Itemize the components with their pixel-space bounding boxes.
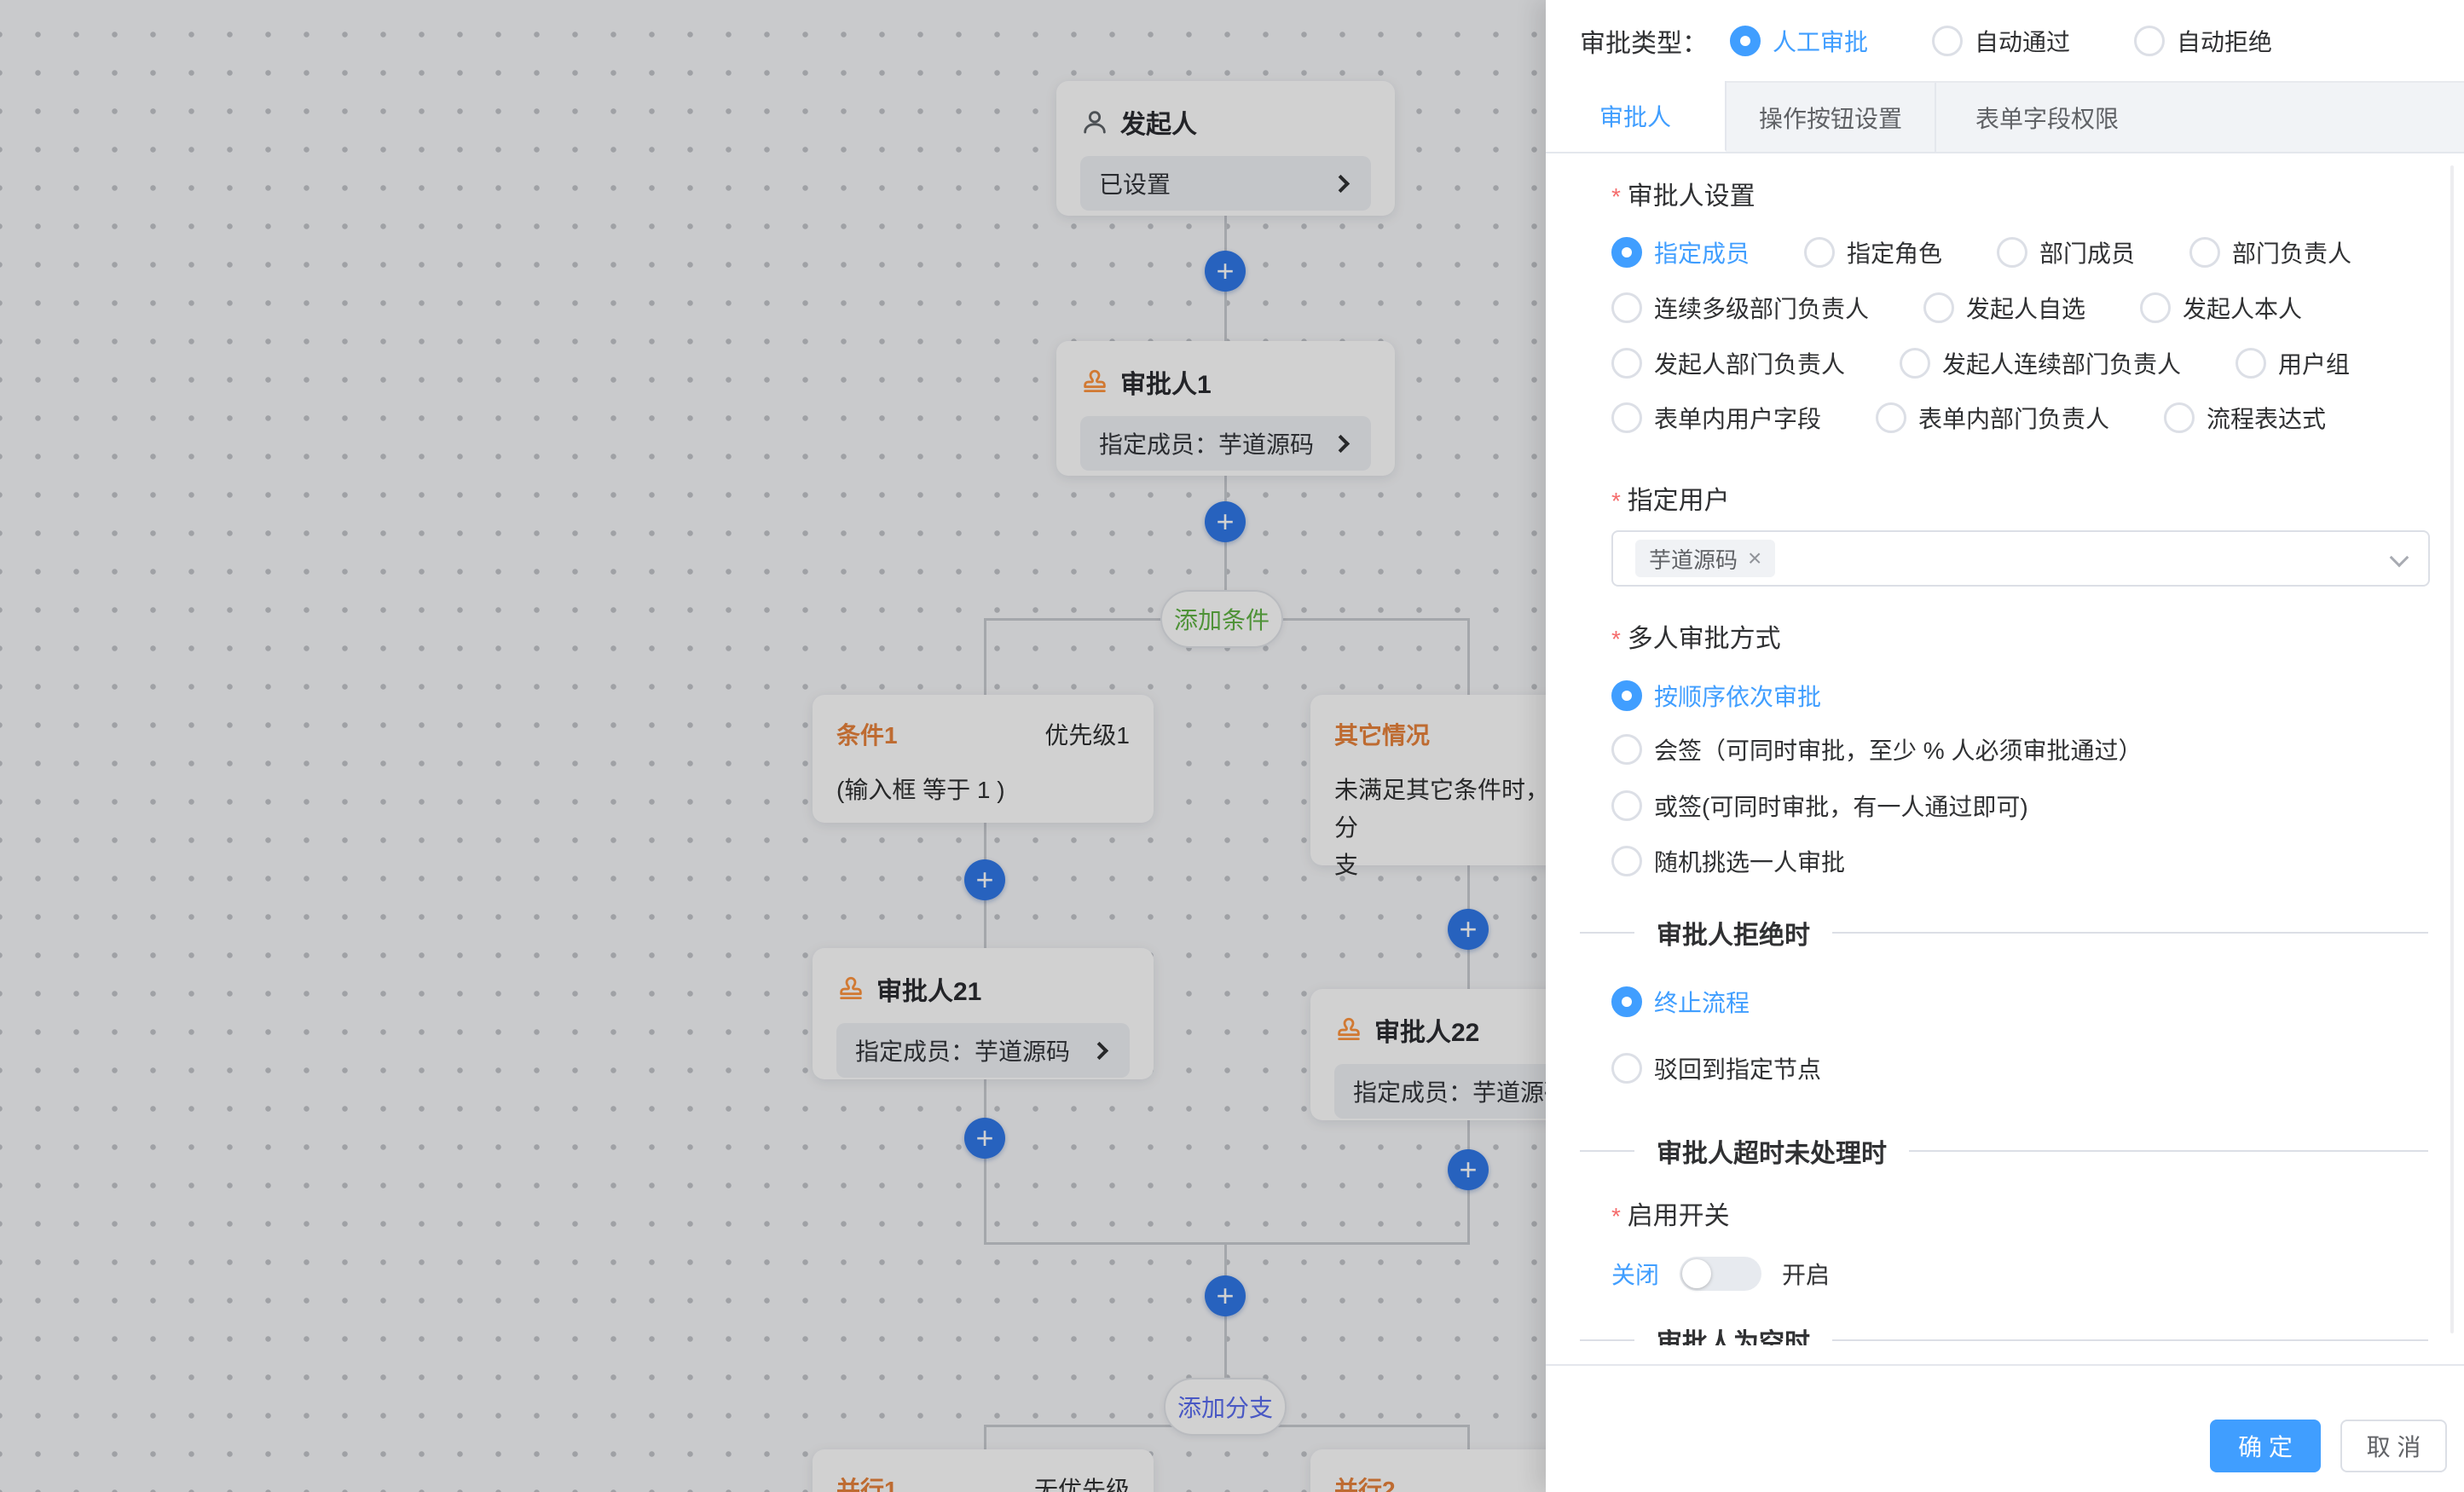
- radio-icon: [1611, 846, 1642, 876]
- radio-initiator-self[interactable]: 发起人本人: [2140, 291, 2302, 325]
- radio-countersign[interactable]: 会签（可同时审批，至少 % 人必须审批通过）: [1611, 732, 2142, 766]
- radio-random-one[interactable]: 随机挑选一人审批: [1611, 844, 1845, 878]
- radio-selected-icon: [1611, 986, 1642, 1017]
- radio-selected-icon: [1611, 237, 1642, 268]
- radio-icon: [1923, 292, 1954, 323]
- radio-designated-member[interactable]: 指定成员: [1611, 235, 1750, 269]
- bpm-designer-page: 发起人 已设置 + 审批人1 指定成员：芋道源码: [0, 0, 2464, 1492]
- multi-approve-label: 多人审批方式: [1611, 617, 1781, 655]
- radio-multi-level-dept-leader[interactable]: 连续多级部门负责人: [1611, 291, 1869, 325]
- radio-icon: [2189, 237, 2220, 268]
- radio-process-expression[interactable]: 流程表达式: [2164, 401, 2326, 435]
- approver-setting-row4: 表单内用户字段 表单内部门负责人 流程表达式: [1611, 401, 2326, 435]
- radio-initiator-multi-dept-leader[interactable]: 发起人连续部门负责人: [1900, 346, 2181, 380]
- timeout-divider: 审批人超时未处理时: [1580, 1134, 2428, 1168]
- radio-icon: [1804, 237, 1835, 268]
- radio-icon: [2164, 402, 2195, 433]
- scrollbar[interactable]: [2450, 165, 2454, 1333]
- radio-terminate-process[interactable]: 终止流程: [1611, 985, 1750, 1019]
- switch-off-label: 关闭: [1611, 1257, 1659, 1291]
- radio-icon: [1932, 26, 1963, 56]
- radio-icon: [2236, 348, 2266, 379]
- radio-icon: [1997, 237, 2027, 268]
- radio-initiator-choose[interactable]: 发起人自选: [1923, 291, 2085, 325]
- approval-settings-drawer: 审批类型： 人工审批 自动通过 自动拒绝 审批人 操作按钮设置 表单字段权限 审…: [1546, 0, 2464, 1492]
- radio-sequential-approval[interactable]: 按顺序依次审批: [1611, 679, 1821, 713]
- user-tag: 芋道源码 ×: [1635, 540, 1775, 577]
- switch-on-label: 开启: [1782, 1257, 1830, 1291]
- drawer-footer: 确 定 取 消: [1546, 1364, 2464, 1492]
- tab-form-field-permission[interactable]: 表单字段权限: [1936, 83, 2158, 152]
- radio-icon: [1611, 1053, 1642, 1084]
- radio-auto-approve[interactable]: 自动通过: [1932, 24, 2070, 58]
- settings-tabs: 审批人 操作按钮设置 表单字段权限: [1546, 81, 2464, 153]
- radio-icon: [1900, 348, 1930, 379]
- approver-setting-row3: 发起人部门负责人 发起人连续部门负责人 用户组: [1611, 346, 2350, 380]
- radio-icon: [2134, 26, 2165, 56]
- radio-orsign[interactable]: 或签(可同时审批，有一人通过即可): [1611, 789, 2028, 823]
- approver-tab-pane: 审批人设置 指定成员 指定角色 部门成员 部门负责人: [1546, 153, 2464, 1345]
- radio-selected-icon: [1611, 680, 1642, 711]
- radio-icon: [1611, 734, 1642, 765]
- approver-setting-row1: 指定成员 指定角色 部门成员 部门负责人: [1611, 235, 2351, 269]
- radio-form-dept-leader[interactable]: 表单内部门负责人: [1876, 401, 2109, 435]
- radio-icon: [1876, 402, 1906, 433]
- chevron-down-icon: [2390, 548, 2409, 568]
- radio-selected-icon: [1730, 26, 1761, 56]
- tab-button-settings[interactable]: 操作按钮设置: [1727, 83, 1936, 152]
- radio-icon: [1611, 348, 1642, 379]
- radio-icon: [2140, 292, 2171, 323]
- tab-approver[interactable]: 审批人: [1546, 81, 1727, 152]
- radio-auto-reject[interactable]: 自动拒绝: [2134, 24, 2272, 58]
- radio-icon: [1611, 292, 1642, 323]
- assign-user-label: 指定用户: [1611, 479, 1730, 517]
- radio-manual-approval[interactable]: 人工审批: [1730, 24, 1868, 58]
- radio-initiator-dept-leader[interactable]: 发起人部门负责人: [1611, 346, 1845, 380]
- radio-user-group[interactable]: 用户组: [2236, 346, 2350, 380]
- timeout-switch-row: 关闭 开启: [1611, 1255, 1830, 1292]
- timeout-toggle[interactable]: [1680, 1257, 1761, 1291]
- cancel-button[interactable]: 取 消: [2340, 1420, 2447, 1472]
- radio-dept-leader[interactable]: 部门负责人: [2189, 235, 2351, 269]
- confirm-button[interactable]: 确 定: [2210, 1420, 2321, 1472]
- approver-setting-label: 审批人设置: [1611, 175, 1755, 212]
- radio-icon: [1611, 790, 1642, 821]
- radio-return-to-node[interactable]: 驳回到指定节点: [1611, 1051, 1821, 1085]
- radio-form-user-field[interactable]: 表单内用户字段: [1611, 401, 1821, 435]
- radio-icon: [1611, 402, 1642, 433]
- approver-setting-row2: 连续多级部门负责人 发起人自选 发起人本人: [1611, 291, 2302, 325]
- tag-remove-icon[interactable]: ×: [1748, 545, 1761, 572]
- reject-divider: 审批人拒绝时: [1580, 916, 2428, 950]
- assign-user-select[interactable]: 芋道源码 ×: [1611, 530, 2430, 587]
- empty-approver-divider: 审批人为空时: [1580, 1323, 2428, 1345]
- user-tag-label: 芋道源码: [1649, 543, 1738, 575]
- approval-type-header: 审批类型： 人工审批 自动通过 自动拒绝: [1546, 0, 2464, 81]
- radio-dept-member[interactable]: 部门成员: [1997, 235, 2135, 269]
- approval-type-label: 审批类型：: [1580, 22, 1708, 60]
- toggle-knob: [1682, 1259, 1711, 1288]
- radio-designated-role[interactable]: 指定角色: [1804, 235, 1942, 269]
- enable-switch-label: 启用开关: [1611, 1194, 1730, 1232]
